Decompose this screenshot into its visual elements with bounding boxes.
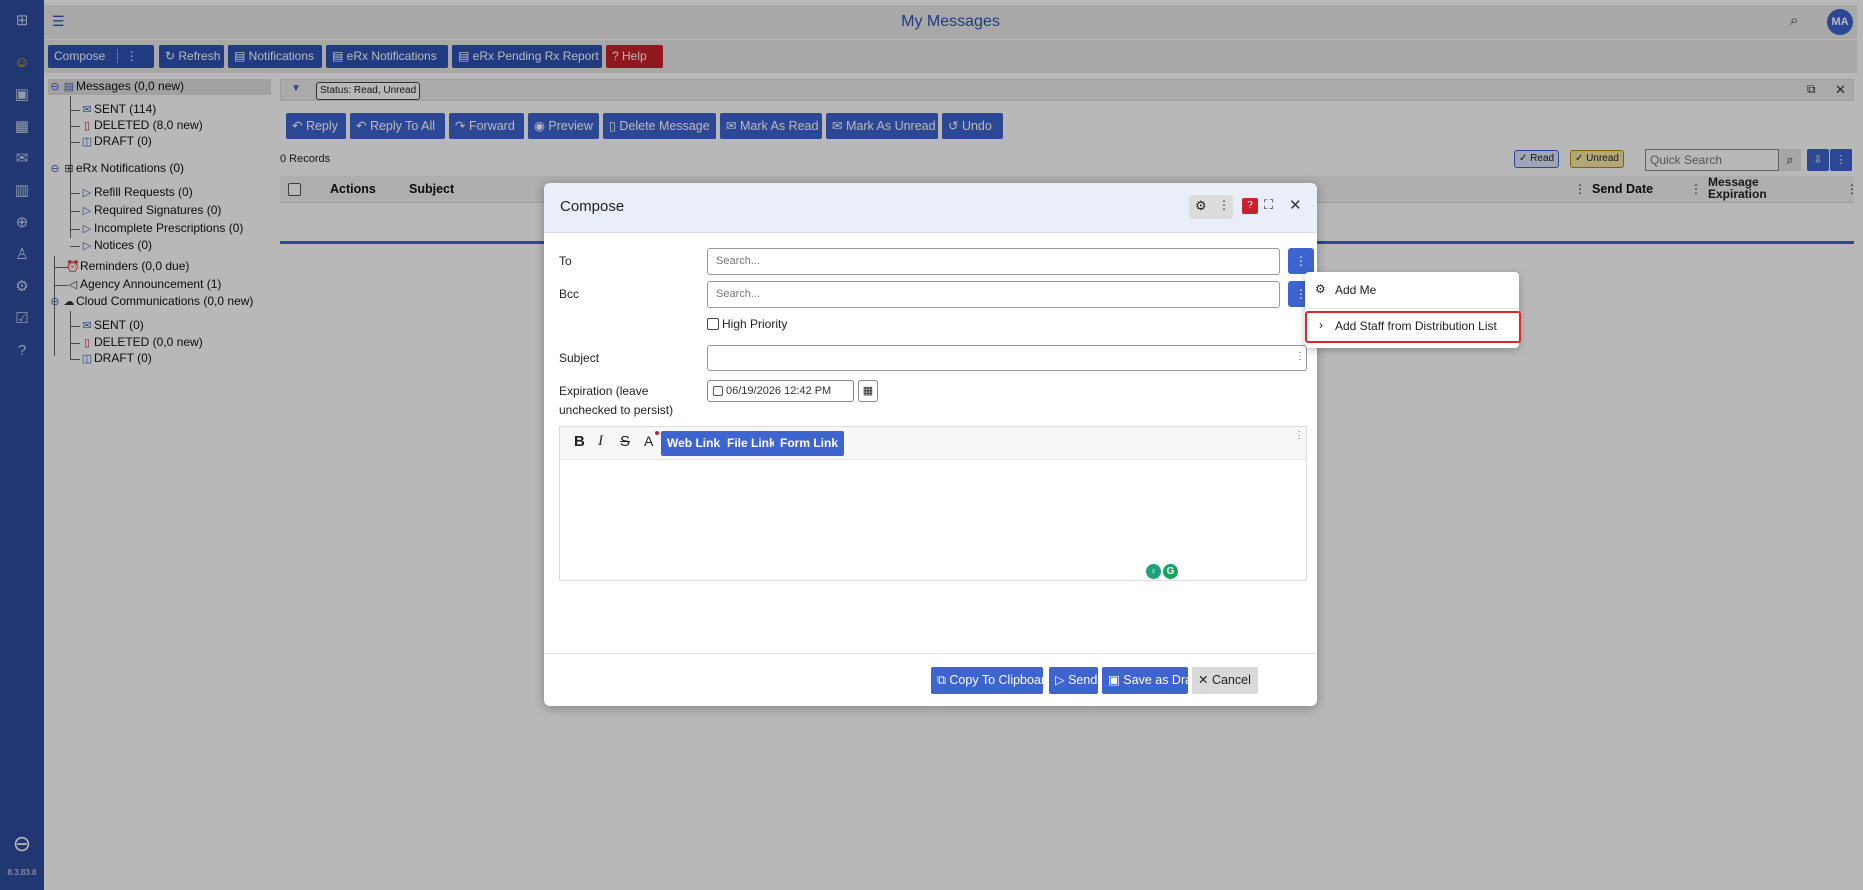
copy-icon: ⧉	[937, 673, 950, 687]
to-input[interactable]: Search...	[707, 248, 1280, 275]
subject-label: Subject	[559, 351, 600, 365]
file-link-button[interactable]: File Link	[721, 431, 782, 456]
cancel-button[interactable]: ✕ Cancel	[1192, 667, 1258, 694]
send-icon: ▷	[1055, 673, 1069, 687]
expiration-label: Expiration (leave	[559, 384, 649, 398]
save-draft-button[interactable]: ▣ Save as Draft	[1102, 667, 1199, 694]
editor-toolbar: B I S A Web Link File Link Form Link ⋮	[560, 427, 1306, 460]
gear-icon[interactable]: ⚙	[1195, 198, 1207, 214]
expiration-field[interactable]: 06/19/2026 12:42 PM	[707, 380, 854, 402]
expiration-value: 06/19/2026 12:42 PM	[726, 385, 832, 397]
add-me-item[interactable]: ⚙ Add Me	[1305, 276, 1519, 304]
footer-divider	[544, 653, 1317, 654]
chevron-right-icon: ›	[1319, 318, 1323, 332]
expiration-label-2: unchecked to persist)	[559, 403, 674, 417]
x-icon: ✕	[1198, 673, 1212, 687]
subject-input[interactable]	[707, 345, 1307, 371]
save-icon: ▣	[1108, 673, 1124, 687]
to-options-button[interactable]: ⋮	[1288, 248, 1314, 274]
font-color-button[interactable]: A	[644, 433, 653, 449]
bcc-input[interactable]: Search...	[707, 281, 1280, 308]
copy-to-clipboard-button[interactable]: ⧉ Copy To Clipboard	[931, 667, 1052, 694]
gear-icon: ⚙	[1315, 282, 1326, 296]
high-priority-label: High Priority	[722, 317, 788, 331]
form-link-button[interactable]: Form Link	[774, 431, 845, 456]
grammarly-icon[interactable]: G	[1163, 564, 1178, 579]
calendar-icon[interactable]: ▦	[858, 380, 878, 402]
dialog-header: Compose ⚙ ⋮ ? ⛶ ✕	[544, 183, 1317, 233]
editor-more-icon[interactable]: ⋮	[1294, 430, 1304, 441]
strikethrough-button[interactable]: S	[620, 433, 630, 450]
bcc-label: Bcc	[559, 287, 580, 301]
add-staff-distribution-item[interactable]: › Add Staff from Distribution List	[1305, 311, 1521, 343]
expiration-checkbox[interactable]	[713, 386, 723, 396]
send-button[interactable]: ▷ Send	[1049, 667, 1098, 694]
bcc-options-menu: ⚙ Add Me › Add Staff from Distribution L…	[1305, 272, 1521, 348]
color-dot-icon	[655, 431, 659, 435]
dialog-footer: ⧉ Copy To Clipboard ▷ Send ▣ Save as Dra…	[931, 667, 1311, 694]
compose-dialog: Compose ⚙ ⋮ ? ⛶ ✕ To Search... ⋮ Bcc Sea…	[544, 183, 1317, 706]
help-icon[interactable]: ?	[1242, 198, 1258, 214]
subject-more-icon[interactable]: ⋮	[1295, 351, 1305, 362]
message-editor[interactable]: B I S A Web Link File Link Form Link ⋮ ♀…	[559, 426, 1307, 581]
close-icon[interactable]: ✕	[1289, 196, 1302, 214]
web-link-button[interactable]: Web Link	[661, 431, 727, 456]
bold-button[interactable]: B	[574, 433, 585, 450]
bulb-icon[interactable]: ♀	[1146, 564, 1161, 579]
dialog-title: Compose	[560, 198, 625, 215]
more-vertical-icon[interactable]: ⋮	[1218, 198, 1230, 212]
to-label: To	[559, 254, 572, 268]
italic-button[interactable]: I	[598, 433, 603, 450]
maximize-icon[interactable]: ⛶	[1264, 197, 1273, 213]
high-priority-checkbox[interactable]	[707, 318, 719, 330]
